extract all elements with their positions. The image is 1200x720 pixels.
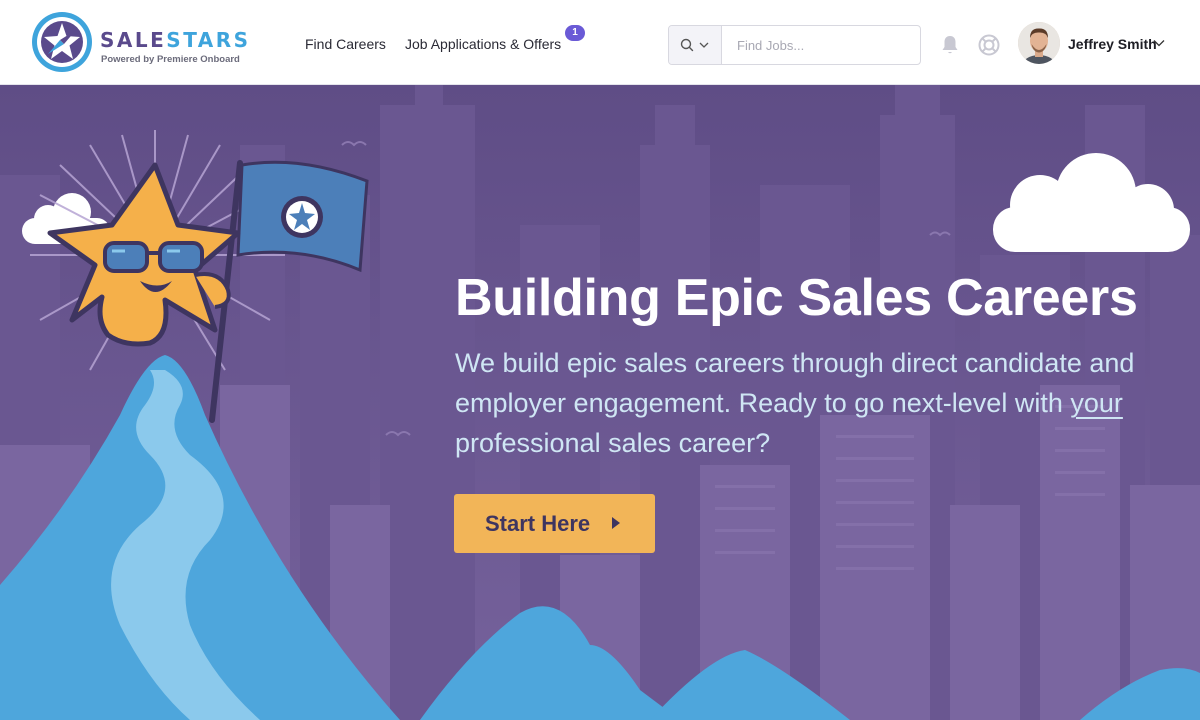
hero-text-part1: We build epic sales careers through dire…	[455, 348, 1135, 418]
lifebuoy-icon[interactable]	[977, 33, 1001, 57]
hero-title: Building Epic Sales Careers	[455, 269, 1138, 327]
avatar-photo	[1018, 22, 1060, 64]
logo-word-sale: SALE	[100, 28, 167, 52]
star-compass-logo-icon	[32, 12, 92, 72]
search-input[interactable]	[723, 26, 920, 64]
caret-right-icon	[612, 517, 620, 529]
hero-text-underlined: your	[1070, 388, 1123, 418]
search-icon	[680, 38, 694, 52]
nav-find-careers[interactable]: Find Careers	[305, 36, 386, 52]
logo-wordmark: SALESTARS	[100, 28, 251, 52]
user-avatar[interactable]	[1018, 22, 1060, 64]
hero-text-part2: professional sales career?	[455, 428, 771, 458]
job-search	[668, 25, 921, 65]
applications-count-badge: 1	[565, 25, 585, 41]
chevron-down-icon	[699, 42, 709, 48]
logo-tagline: Powered by Premiere Onboard	[101, 54, 240, 65]
search-dropdown-button[interactable]	[669, 26, 722, 64]
bell-icon[interactable]	[938, 33, 962, 57]
logo-word-stars: STARS	[166, 28, 251, 52]
nav-job-applications[interactable]: Job Applications & Offers	[405, 36, 561, 52]
salestars-logo[interactable]: SALESTARS Powered by Premiere Onboard	[30, 10, 290, 74]
top-navbar: SALESTARS Powered by Premiere Onboard Fi…	[0, 0, 1200, 85]
hero-section: Building Epic Sales Careers We build epi…	[0, 85, 1200, 720]
start-here-label: Start Here	[485, 511, 591, 536]
hero-description: We build epic sales careers through dire…	[455, 343, 1175, 463]
start-here-button[interactable]: Start Here	[454, 494, 655, 553]
user-name[interactable]: Jeffrey Smith	[1068, 36, 1157, 52]
chevron-down-icon[interactable]	[1153, 39, 1165, 47]
